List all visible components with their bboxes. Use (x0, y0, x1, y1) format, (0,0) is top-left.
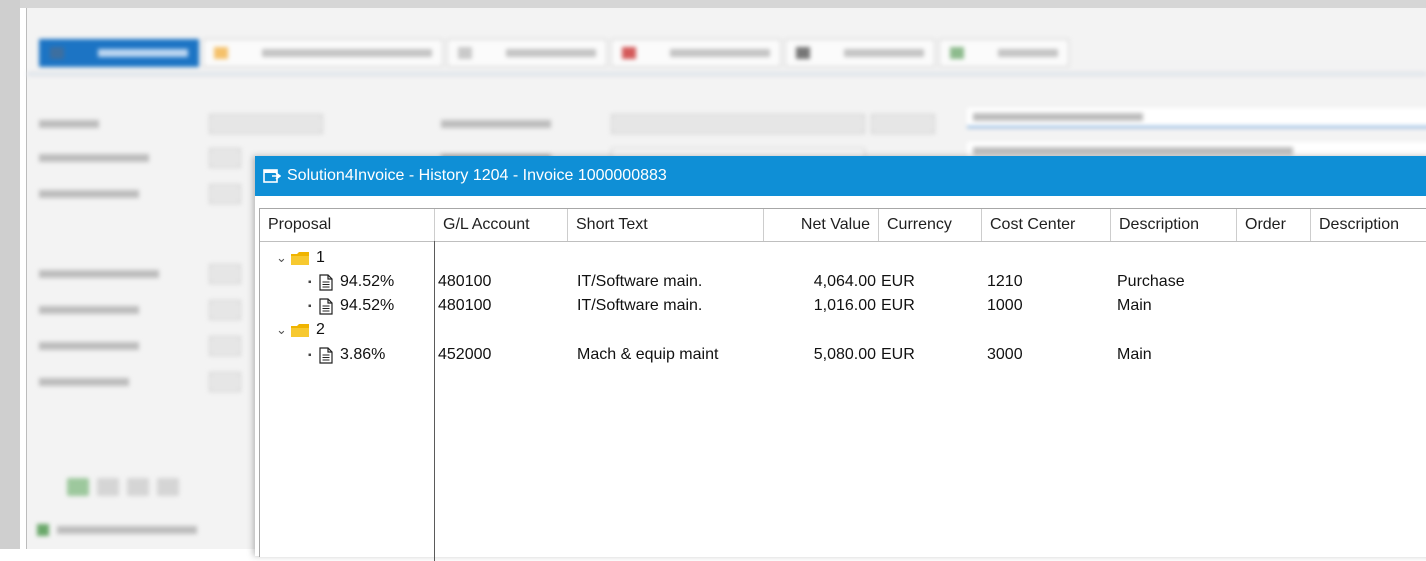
background-form-row (39, 372, 241, 392)
short-text-cell: Mach & equip maint (577, 346, 719, 363)
chevron-down-icon[interactable]: ⌄ (276, 322, 290, 338)
dialog-titlebar[interactable]: Solution4Invoice - History 1204 - Invoic… (255, 156, 1426, 196)
description-cell: Purchase (1117, 273, 1185, 290)
proposal-percentage: 94.52% (340, 297, 395, 314)
background-tab (785, 39, 935, 67)
folder-icon (291, 323, 309, 337)
net-value-cell: 1,016.00 (813, 297, 876, 314)
background-tab (39, 39, 199, 67)
net-value-cell: 4,064.00 (813, 273, 876, 290)
background-form-row (39, 336, 241, 356)
background-form-row (441, 114, 935, 134)
short-text-cell: IT/Software main. (577, 297, 703, 314)
table-row[interactable]: ▪ 3.86% 452000 Mach & equip maint 5,080.… (260, 343, 1426, 367)
background-toolbar-button (127, 478, 149, 496)
background-toolbar-button (97, 478, 119, 496)
background-toolbar-button (157, 478, 179, 496)
bullet-icon: ▪ (308, 300, 312, 312)
column-header-net-value[interactable]: Net Value (764, 209, 879, 241)
background-toolbar-button (67, 478, 89, 496)
background-toolbar (67, 478, 187, 496)
column-header-description-2[interactable]: Description (1311, 209, 1426, 241)
table-header: Proposal G/L Account Short Text Net Valu… (260, 209, 1426, 242)
gl-account-cell: 452000 (438, 346, 492, 363)
background-form-row (39, 300, 241, 320)
column-header-description[interactable]: Description (1111, 209, 1237, 241)
proposal-tree-table: Proposal G/L Account Short Text Net Valu… (259, 208, 1426, 561)
background-tab (203, 39, 443, 67)
folder-icon (291, 251, 309, 265)
background-top-edge (0, 0, 1426, 8)
description-cell: Main (1117, 346, 1152, 363)
column-header-gl-account[interactable]: G/L Account (435, 209, 568, 241)
background-form-row (39, 114, 323, 134)
background-tab (611, 39, 781, 67)
bullet-icon: ▪ (308, 349, 312, 361)
group-label: 1 (316, 249, 325, 266)
gl-account-cell: 480100 (438, 297, 492, 314)
background-bottom-row (31, 520, 291, 540)
column-header-order[interactable]: Order (1237, 209, 1311, 241)
document-icon (319, 297, 333, 315)
background-tab-underline (27, 72, 1426, 76)
cost-center-cell: 1000 (987, 297, 1023, 314)
table-row[interactable]: ▪ 94.52% 480100 IT/Software main. 4,064.… (260, 270, 1426, 294)
table-row[interactable]: ▪ 94.52% 480100 IT/Software main. 1,016.… (260, 294, 1426, 318)
document-icon (319, 346, 333, 364)
gl-account-cell: 480100 (438, 273, 492, 290)
tree-group-row[interactable]: ⌄ 2 (260, 318, 1426, 342)
currency-cell: EUR (881, 297, 915, 314)
currency-cell: EUR (881, 273, 915, 290)
background-tabstrip (39, 38, 1073, 68)
background-tab (939, 39, 1069, 67)
history-dialog: Solution4Invoice - History 1204 - Invoic… (255, 156, 1426, 561)
background-field (967, 108, 1426, 128)
cost-center-cell: 3000 (987, 346, 1023, 363)
background-form-row (39, 148, 241, 168)
group-label: 2 (316, 321, 325, 338)
description-cell: Main (1117, 297, 1152, 314)
cost-center-cell: 1210 (987, 273, 1023, 290)
proposal-percentage: 94.52% (340, 273, 395, 290)
currency-cell: EUR (881, 346, 915, 363)
column-header-cost-center[interactable]: Cost Center (982, 209, 1111, 241)
dialog-title: Solution4Invoice - History 1204 - Invoic… (287, 167, 667, 184)
column-header-currency[interactable]: Currency (879, 209, 982, 241)
document-icon (319, 273, 333, 291)
net-value-cell: 5,080.00 (813, 346, 876, 363)
background-left-edge (0, 0, 20, 549)
window-icon (263, 169, 281, 183)
background-form-row (39, 184, 241, 204)
proposal-percentage: 3.86% (340, 346, 386, 363)
bullet-icon: ▪ (308, 276, 312, 288)
chevron-down-icon[interactable]: ⌄ (276, 250, 290, 266)
short-text-cell: IT/Software main. (577, 273, 703, 290)
column-header-short-text[interactable]: Short Text (568, 209, 764, 241)
tree-group-row[interactable]: ⌄ 1 (260, 246, 1426, 270)
column-header-proposal[interactable]: Proposal (260, 209, 435, 241)
background-form-row (39, 264, 241, 284)
background-tab (447, 39, 607, 67)
